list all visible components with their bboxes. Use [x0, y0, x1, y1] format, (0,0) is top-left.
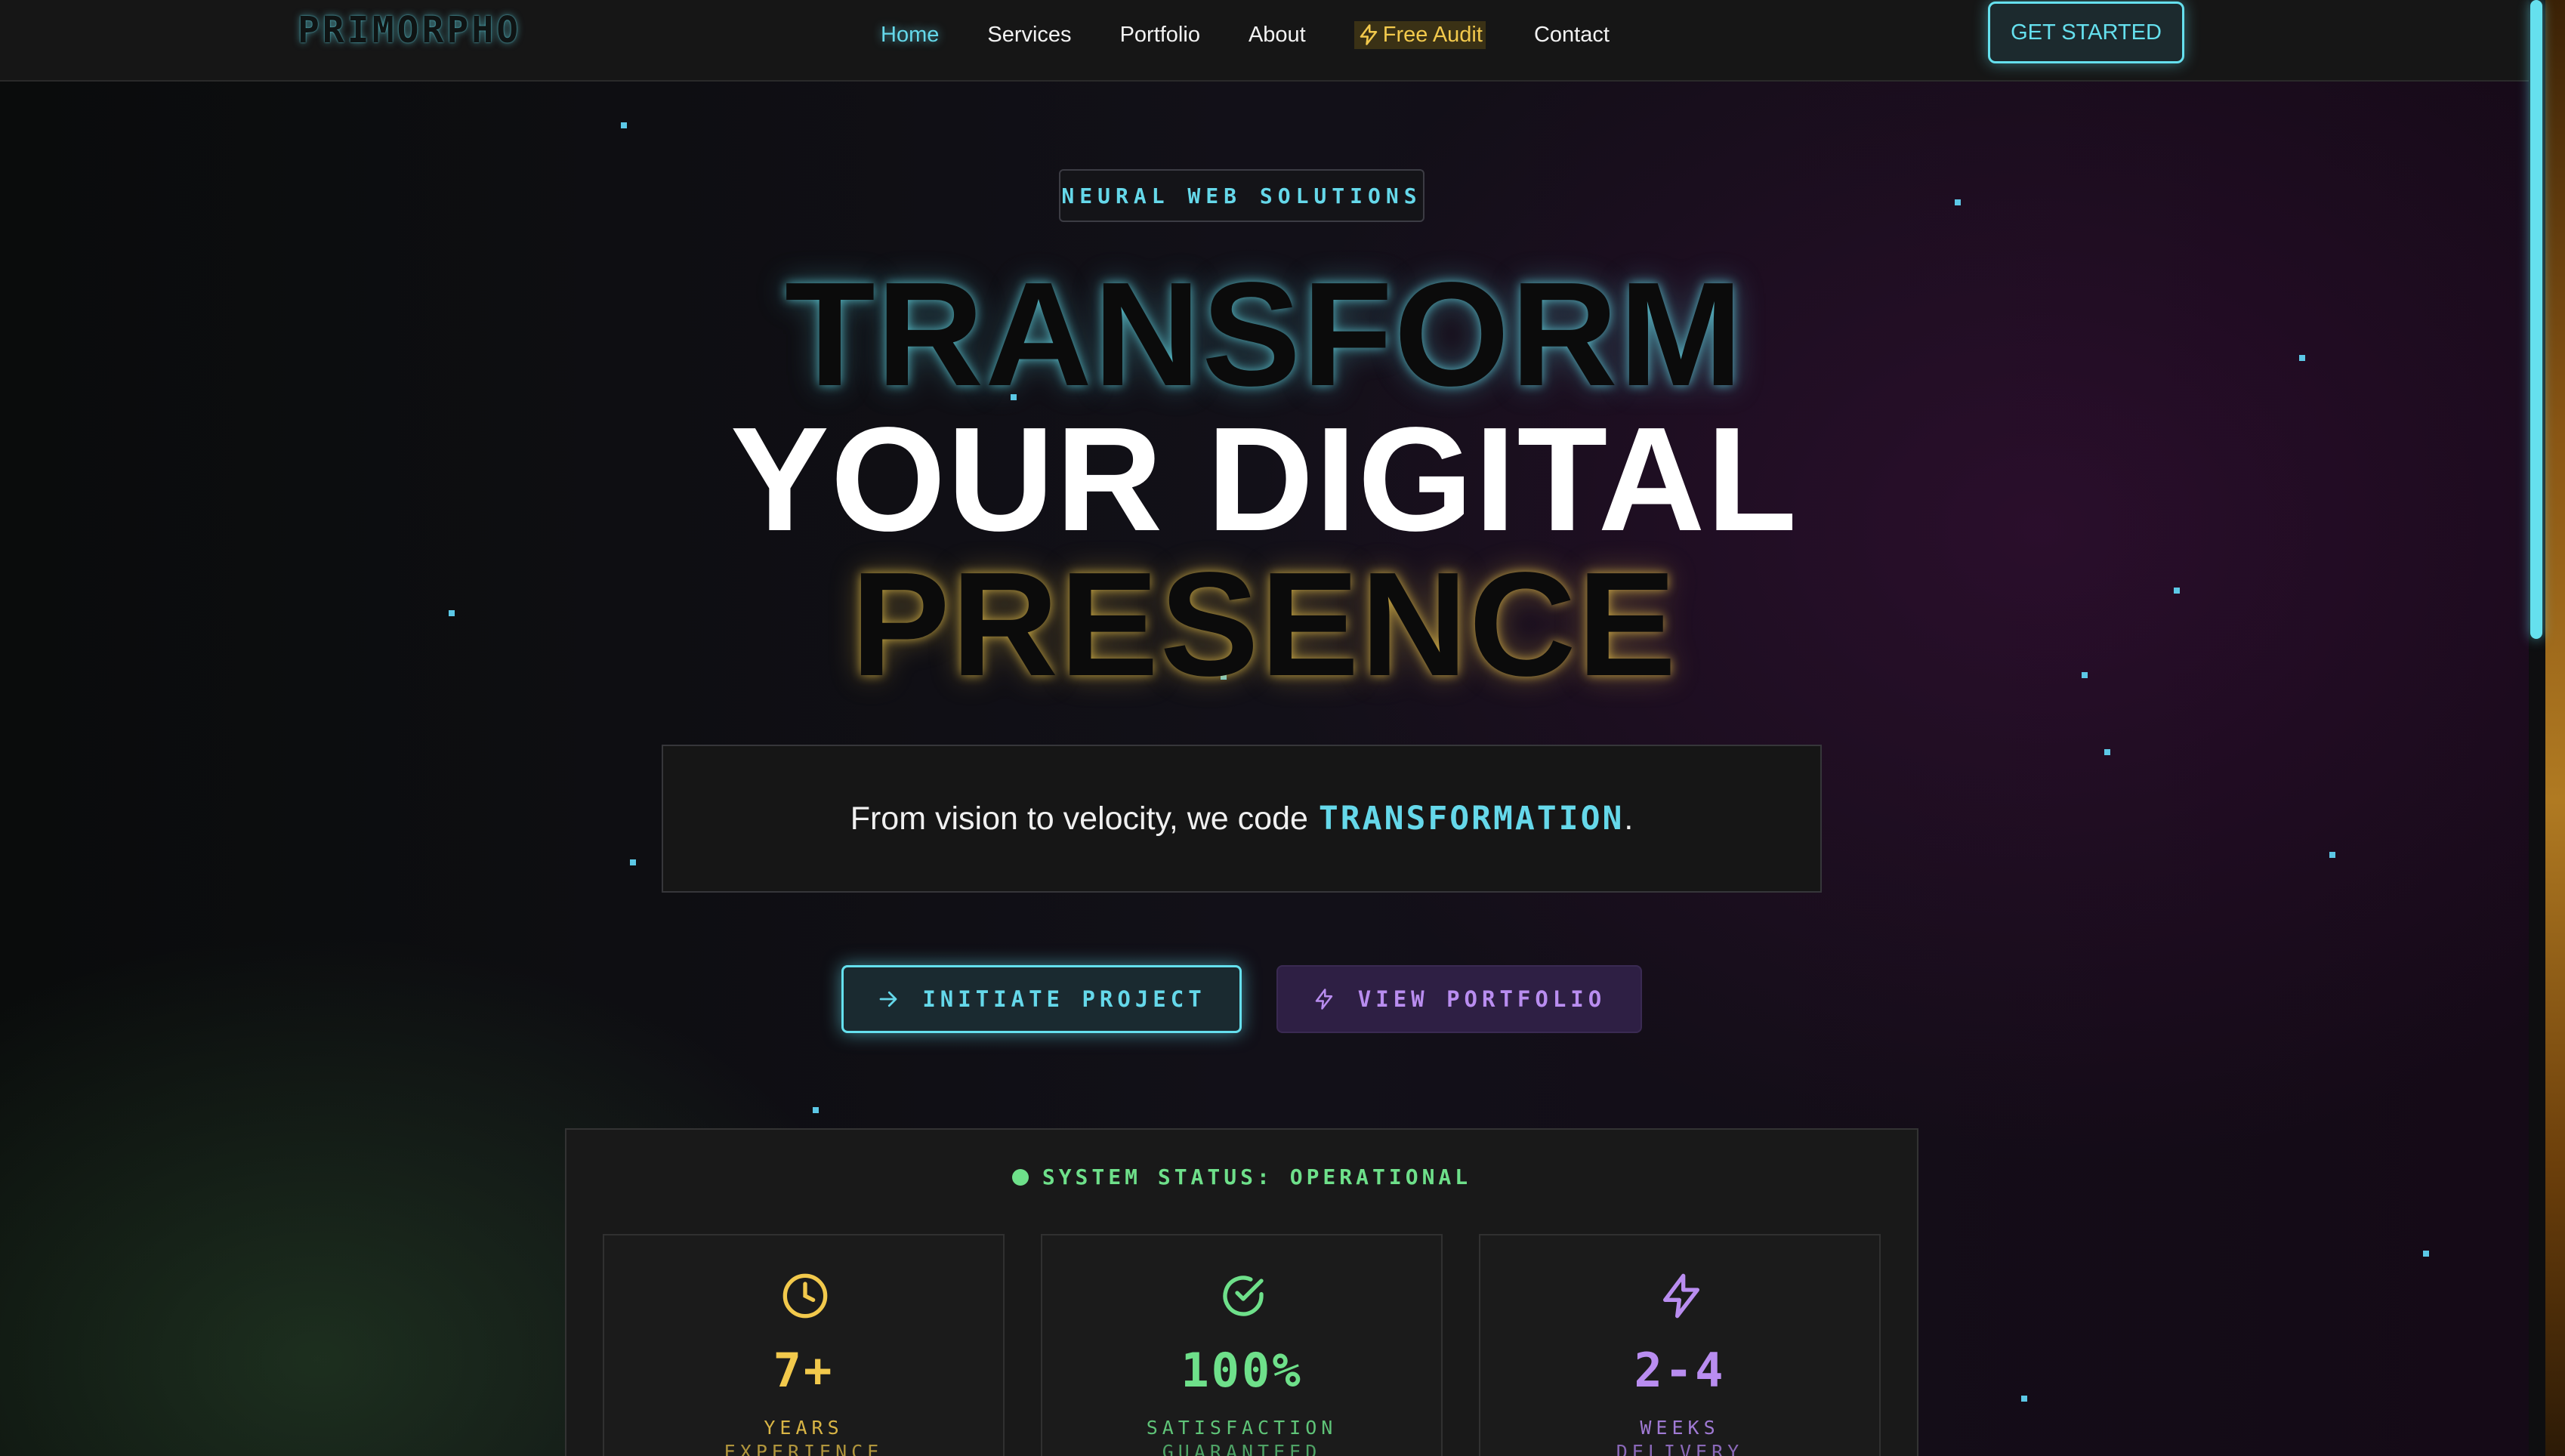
particle: [2423, 1251, 2429, 1257]
scrollbar-thumb[interactable]: [2530, 0, 2542, 639]
headline-line-1: TRANSFORM: [784, 251, 1745, 417]
stat-value: 7+: [773, 1343, 835, 1398]
stat-card-satisfaction: 100% SATISFACTION GUARANTEED: [1041, 1234, 1443, 1456]
status-dot-icon: [1011, 1168, 1029, 1186]
nav-link-home[interactable]: Home: [881, 23, 939, 48]
stat-card-delivery: 2-4 WEEKS DELIVERY: [1479, 1234, 1881, 1456]
lightning-icon: [1663, 1273, 1699, 1319]
stat-label: SATISFACTION: [1146, 1417, 1338, 1439]
get-started-button[interactable]: GET STARTED: [1988, 2, 2184, 63]
view-portfolio-button[interactable]: VIEW PORTFOLIO: [1276, 965, 1642, 1033]
stat-sublabel: GUARANTEED: [1162, 1441, 1322, 1456]
particle: [813, 1107, 819, 1113]
stat-label: WEEKS: [1640, 1417, 1720, 1439]
nav-link-services[interactable]: Services: [987, 23, 1071, 48]
system-status-label: SYSTEM STATUS: OPERATIONAL: [1042, 1164, 1472, 1189]
headline-line-3: PRESENCE: [850, 541, 1678, 707]
stat-sublabel: EXPERIENCE: [724, 1441, 884, 1456]
tagline-end: .: [1624, 800, 1634, 837]
nav-link-free-audit[interactable]: Free Audit: [1353, 20, 1486, 49]
top-navigation: PRIMORPHO Home Services Portfolio About …: [0, 0, 2529, 82]
tagline-text: From vision to velocity, we code: [850, 800, 1308, 837]
view-portfolio-label: VIEW PORTFOLIO: [1357, 986, 1607, 1012]
tagline-box: From vision to velocity, we code TRANSFO…: [662, 745, 1822, 893]
particle: [621, 122, 627, 128]
nav-link-about[interactable]: About: [1249, 23, 1306, 48]
clock-icon: [782, 1273, 828, 1319]
arrow-right-icon: [879, 991, 897, 1007]
stat-value: 100%: [1181, 1343, 1303, 1398]
nav-links: Home Services Portfolio About Free Audit…: [881, 20, 1658, 50]
particle: [2104, 749, 2110, 755]
particle: [630, 859, 636, 865]
stat-card-experience: 7+ YEARS EXPERIENCE: [603, 1234, 1005, 1456]
headline-line-2: YOUR DIGITAL: [730, 396, 1799, 562]
hero-badge: NEURAL WEB SOLUTIONS: [1059, 169, 1424, 222]
initiate-project-button[interactable]: INITIATE PROJECT: [841, 965, 1242, 1033]
system-status-panel: SYSTEM STATUS: OPERATIONAL 7+ YEARS EXPE…: [565, 1128, 1918, 1456]
stat-value: 2-4: [1634, 1343, 1726, 1398]
system-status: SYSTEM STATUS: OPERATIONAL: [566, 1164, 1917, 1189]
lightning-icon: [1315, 989, 1333, 1010]
check-circle-icon: [1223, 1276, 1264, 1316]
logo[interactable]: PRIMORPHO: [298, 9, 521, 51]
stat-label: YEARS: [764, 1417, 844, 1439]
nav-link-contact[interactable]: Contact: [1534, 23, 1610, 48]
lightning-icon: [1360, 24, 1377, 45]
page-background: PRIMORPHO Home Services Portfolio About …: [0, 0, 2529, 1456]
stat-sublabel: DELIVERY: [1616, 1441, 1744, 1456]
particle: [2021, 1396, 2027, 1402]
nav-link-portfolio[interactable]: Portfolio: [1120, 23, 1200, 48]
particle: [1955, 199, 1961, 205]
tagline-highlight: TRANSFORMATION: [1318, 800, 1625, 838]
particle: [2329, 852, 2335, 858]
initiate-project-label: INITIATE PROJECT: [922, 986, 1206, 1012]
nav-link-free-audit-label: Free Audit: [1382, 22, 1483, 47]
